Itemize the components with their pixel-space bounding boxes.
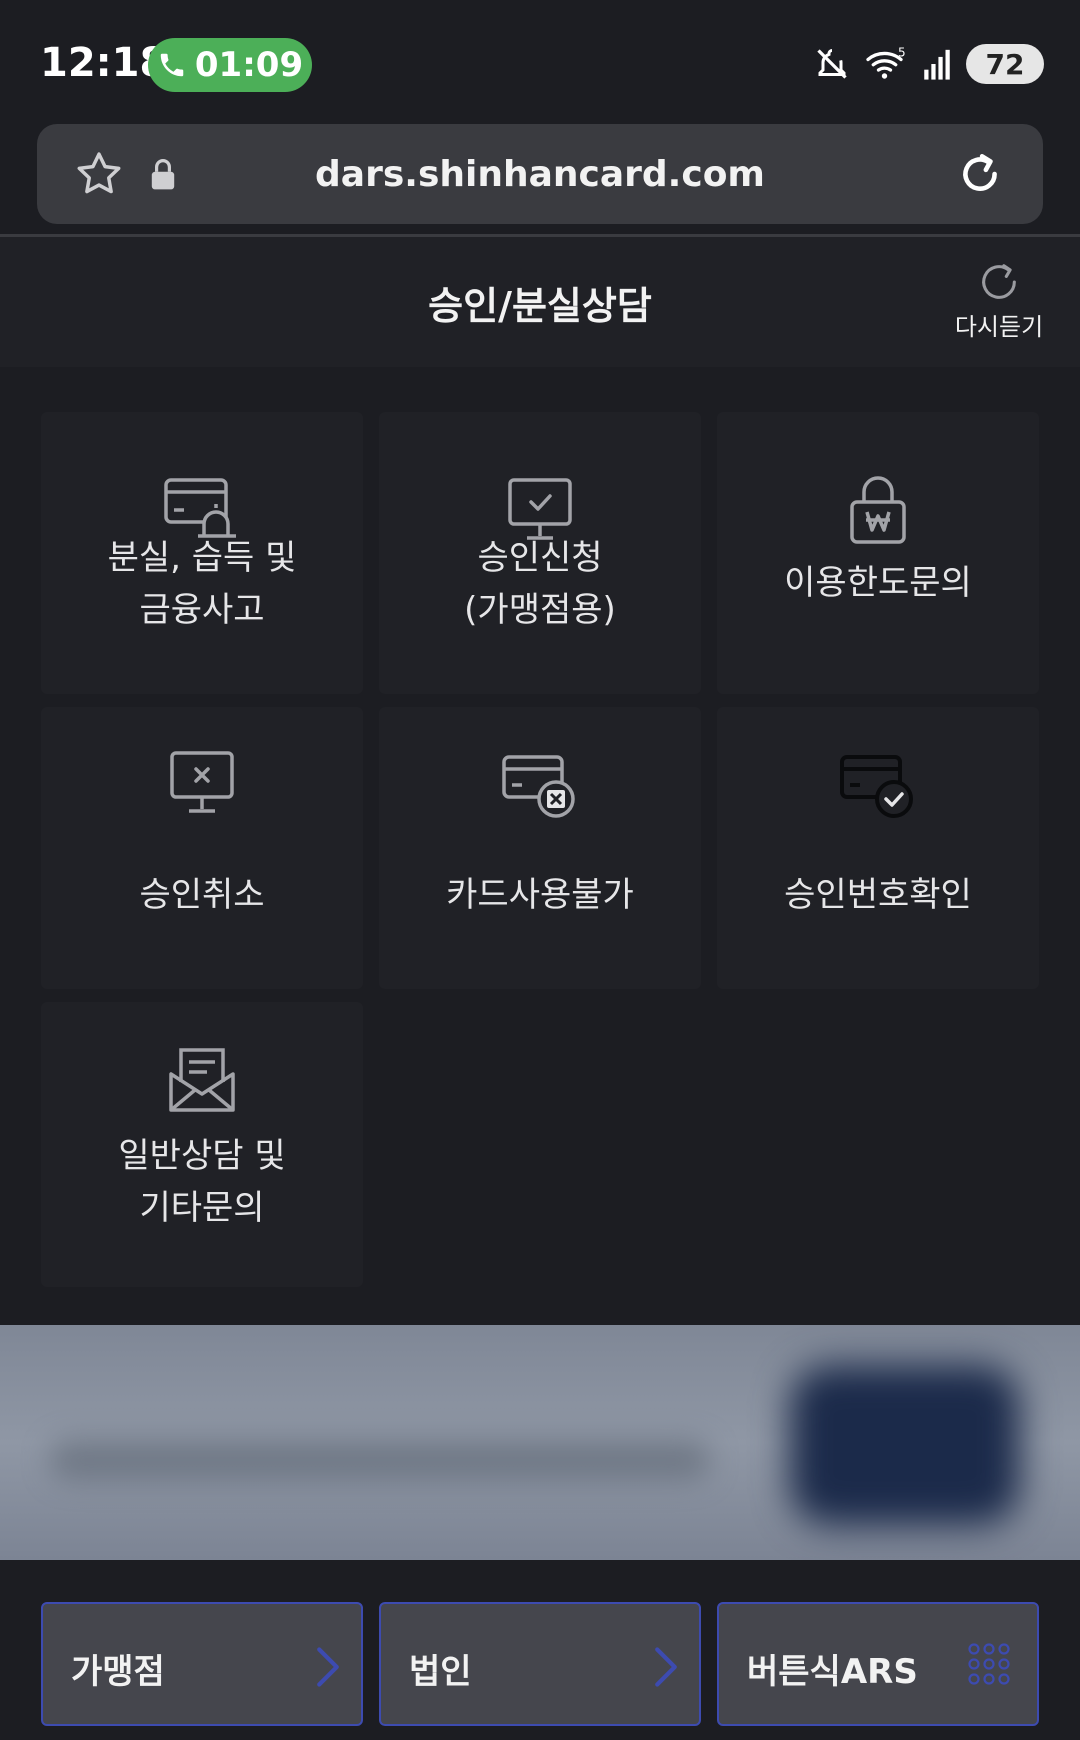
menu-tile-approval-number[interactable]: 승인번호확인	[717, 707, 1039, 989]
corporate-button[interactable]: 법인	[379, 1602, 701, 1726]
url-text[interactable]: dars.shinhancard.com	[37, 154, 1043, 195]
status-bar: 12:18 01:09 5 72	[0, 0, 1080, 120]
bottom-bar: 가맹점 법인 버튼식ARS	[0, 1560, 1080, 1740]
banner-button-blurred	[790, 1365, 1020, 1525]
merchant-button[interactable]: 가맹점	[41, 1602, 363, 1726]
menu-tile-approval-cancel[interactable]: 승인취소	[41, 707, 363, 989]
button-ars-button[interactable]: 버튼식ARS	[717, 1602, 1039, 1726]
replay-button[interactable]: 다시듣기	[948, 259, 1050, 342]
chevron-right-icon	[655, 1647, 677, 1687]
page-title: 승인/분실상담	[428, 284, 652, 328]
corporate-label: 법인	[409, 1652, 472, 1692]
tile-label-line1: 일반상담 및	[118, 1136, 286, 1176]
tile-label-line2: 금융사고	[139, 590, 265, 630]
ongoing-call-pill[interactable]: 01:09	[148, 38, 312, 92]
tile-label-line1: 분실, 습득 및	[107, 538, 297, 578]
keypad-icon	[968, 1643, 1010, 1685]
signal-icon	[924, 49, 950, 80]
banner-text-blurred	[50, 1440, 710, 1480]
replay-label: 다시듣기	[954, 313, 1044, 341]
lock-won-icon	[850, 476, 906, 544]
tile-label-line1: 승인취소	[139, 875, 265, 915]
menu-tile-limit-inquiry[interactable]: 이용한도문의	[717, 412, 1039, 694]
promo-banner-blurred[interactable]	[0, 1325, 1080, 1560]
menu-tile-approval-request[interactable]: 승인신청 (가맹점용)	[379, 412, 701, 694]
tile-label-line2: (가맹점용)	[464, 590, 616, 630]
reload-icon[interactable]	[955, 148, 1005, 200]
merchant-label: 가맹점	[71, 1652, 165, 1692]
address-bar[interactable]: dars.shinhancard.com	[37, 124, 1043, 224]
menu-tile-lost-card[interactable]: 분실, 습득 및 금융사고	[41, 412, 363, 694]
button-ars-label: 버튼식ARS	[747, 1652, 918, 1692]
page-header: 승인/분실상담 다시듣기	[0, 237, 1080, 367]
chevron-right-icon	[317, 1647, 339, 1687]
tile-label-line1: 카드사용불가	[446, 875, 634, 915]
monitor-x-icon	[170, 751, 234, 813]
mute-icon	[817, 49, 847, 79]
menu-tile-card-unusable[interactable]: 카드사용불가	[379, 707, 701, 989]
status-icons: 5 72	[814, 42, 1044, 86]
tile-label-line1: 승인번호확인	[784, 875, 972, 915]
phone-icon	[160, 53, 184, 77]
card-x-icon	[502, 755, 575, 818]
battery-level: 72	[985, 47, 1025, 81]
card-check-icon	[840, 755, 913, 818]
menu-tile-general-inquiry[interactable]: 일반상담 및 기타문의	[41, 1002, 363, 1287]
call-timer: 01:09	[194, 45, 304, 85]
tile-label-line1: 이용한도문의	[784, 563, 972, 603]
wifi-icon: 5	[866, 46, 906, 79]
replay-icon	[982, 264, 1016, 299]
tile-label-line1: 승인신청	[477, 538, 603, 578]
envelope-icon	[169, 1048, 235, 1112]
battery-indicator: 72	[966, 44, 1044, 84]
svg-text:5: 5	[898, 46, 906, 60]
menu-grid: 분실, 습득 및 금융사고 승인신청 (가맹점용) 이용한도문의 승인취소 카드…	[0, 367, 1080, 1325]
tile-label-line2: 기타문의	[139, 1188, 265, 1228]
